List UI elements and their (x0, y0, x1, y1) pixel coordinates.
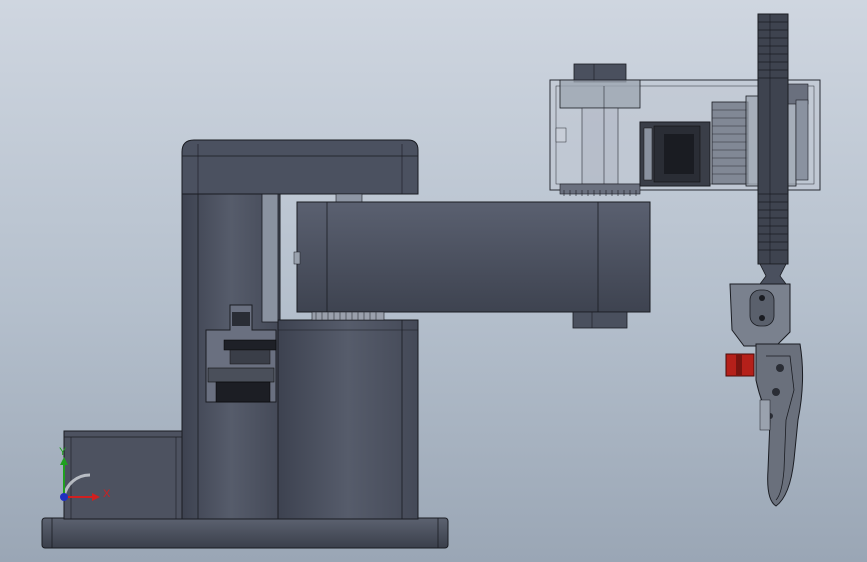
upper-arm[interactable] (293, 201, 651, 329)
z-axis-rack[interactable] (757, 13, 789, 285)
z-axis-dot (60, 493, 68, 501)
x-axis-label: X (103, 488, 111, 500)
base-plate[interactable] (41, 517, 449, 549)
shoulder-head[interactable] (181, 139, 419, 203)
cad-viewport[interactable]: X Y (0, 0, 867, 562)
y-axis-label: Y (59, 446, 67, 458)
gripper-assembly[interactable] (725, 283, 804, 507)
